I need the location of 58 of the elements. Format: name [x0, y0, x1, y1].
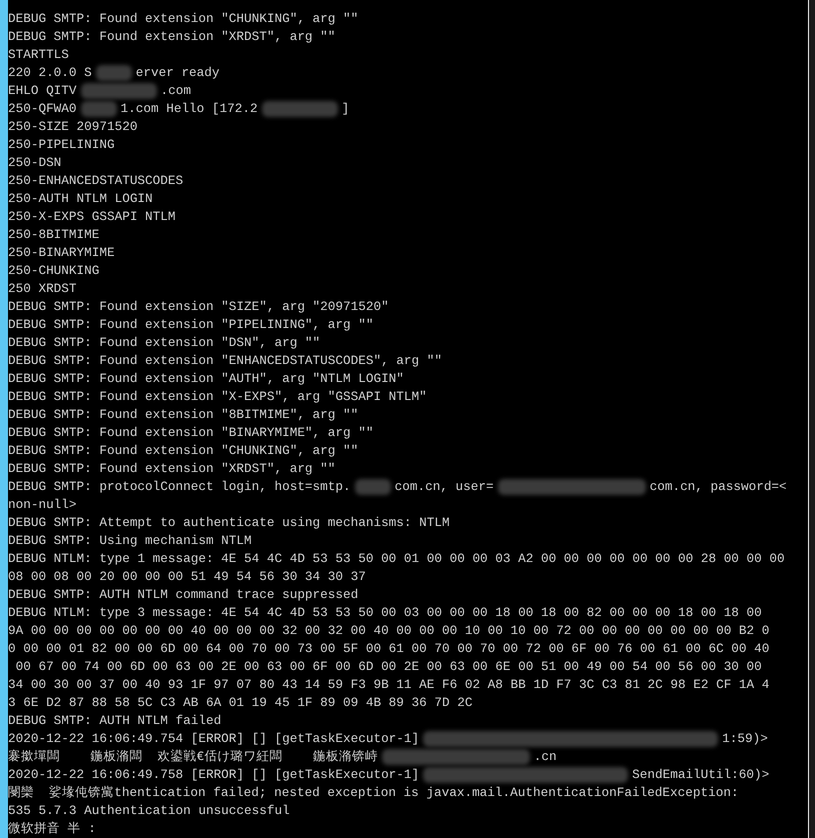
- console-line: DEBUG SMTP: Found extension "X-EXPS", arg "GSSAPI NTLM": [8, 388, 427, 406]
- console-line: 250-BINARYMIME: [8, 244, 115, 262]
- console-line: 3 6E D2 87 88 58 5C C3 AB 6A 01 19 45 1F 89 09 4B 89 36 7D 2C: [8, 694, 472, 712]
- console-line: DEBUG SMTP: AUTH NTLM failed: [8, 712, 222, 730]
- console-line: non-null>: [8, 496, 77, 514]
- console-line: DEBUG SMTP: Found extension "ENHANCEDSTATUSCODES", arg "": [8, 352, 442, 370]
- console-text: erver ready: [136, 64, 220, 82]
- console-text: 2020-12-22 16:06:49.758 [ERROR] [] [getTaskExecutor-1]: [8, 766, 420, 784]
- console-line: 250-X-EXPS GSSAPI NTLM: [8, 208, 176, 226]
- console-line: STARTTLS: [8, 46, 69, 64]
- console-line: 250-SIZE 20971520: [8, 118, 138, 136]
- console-line: DEBUG NTLM: type 1 message: 4E 54 4C 4D 53 53 50 00 01 00 00 00 03 A2 00 00 00 00 00 00 00 28 00 00 00: [8, 550, 785, 568]
- console-line: 535 5.7.3 Authentication unsuccessful: [8, 802, 290, 820]
- console-line: 9A 00 00 00 00 00 00 00 40 00 00 00 32 00 32 00 40 00 00 00 10 00 10 00 72 00 00 00 00 00 00 00 B2 0: [8, 622, 770, 640]
- redaction-blur: [96, 65, 132, 81]
- console-text: 1:59)>: [722, 730, 768, 748]
- console-line: 250-8BITMIME: [8, 226, 100, 244]
- console-text: EHLO QITV: [8, 82, 77, 100]
- console-line: 250-PIPELINING: [8, 136, 115, 154]
- console-line: DEBUG SMTP: Found extension "AUTH", arg "NTLM LOGIN": [8, 370, 404, 388]
- console-line: DEBUG SMTP: Found extension "DSN", arg "": [8, 334, 320, 352]
- console-line: DEBUG NTLM: type 3 message: 4E 54 4C 4D 53 53 50 00 03 00 00 00 18 00 18 00 82 00 00 00 18 00 18 00: [8, 604, 762, 622]
- console-text: DEBUG SMTP: protocolConnect login, host=smtp.: [8, 478, 351, 496]
- console-line: 0 00 00 01 82 00 00 6D 00 64 00 70 00 73 00 5F 00 61 00 70 00 70 00 72 00 6F 00 76 00 61 00 6C 00 40: [8, 640, 770, 658]
- console-line: DEBUG SMTP: Found extension "8BITMIME", arg "": [8, 406, 358, 424]
- console-line: 08 00 08 00 20 00 00 00 51 49 54 56 30 34 30 37: [8, 568, 366, 586]
- console-line: DEBUG SMTP: Found extension "XRDST", arg "": [8, 28, 336, 46]
- redaction-blur: [354, 479, 391, 495]
- console-line: 34 00 30 00 37 00 40 93 1F 97 07 80 43 14 59 F3 9B 11 AE F6 02 A8 BB 1D F7 3C C3 81 2C 98 E2 CF 1A 4: [8, 676, 770, 694]
- console-line: DEBUG SMTP: Found extension "CHUNKING", arg "": [8, 10, 358, 28]
- console-text: SendEmailUtil:60)>: [632, 766, 770, 784]
- console-text: ]: [342, 100, 350, 118]
- console-line: 00 67 00 74 00 6D 00 63 00 2E 00 63 00 6F 00 6D 00 2E 00 63 00 6E 00 51 00 49 00 54 00 56 00 30 00: [14, 658, 762, 676]
- console-text: com.cn, user=: [394, 478, 494, 496]
- console-line: 250-AUTH NTLM LOGIN: [8, 190, 153, 208]
- console-text: .cn: [534, 748, 557, 766]
- console-text: com.cn, password=<: [650, 478, 787, 496]
- console-text: 2020-12-22 16:06:49.754 [ERROR] [] [getTaskExecutor-1]: [8, 730, 420, 748]
- console-line: DEBUG SMTP: Found extension "CHUNKING", arg "": [8, 442, 358, 460]
- console-line: DEBUG SMTP: Attempt to authenticate using mechanisms: NTLM: [8, 514, 450, 532]
- console-line: DEBUG SMTP: Found extension "SIZE", arg "20971520": [8, 298, 389, 316]
- console-line: DEBUG SMTP: Found extension "PIPELINING", arg "": [8, 316, 374, 334]
- console-line: 250-DSN: [8, 154, 62, 172]
- console-line: 250-CHUNKING: [8, 262, 100, 280]
- console-line: 250-ENHANCEDSTATUSCODES: [8, 172, 184, 190]
- console-text: 220 2.0.0 S: [8, 64, 92, 82]
- console-line: DEBUG SMTP: Found extension "BINARYMIME", arg "": [8, 424, 374, 442]
- console-line: DEBUG SMTP: AUTH NTLM command trace suppressed: [8, 586, 358, 604]
- console-line: DEBUG SMTP: Using mechanism NTLM: [8, 532, 252, 550]
- console-line: 250 XRDST: [8, 280, 77, 298]
- console-text: 1.com Hello [172.2: [120, 100, 258, 118]
- console-line: 閿欒 娑堟伅锛歶thentication failed; nested exception is javax.mail.AuthenticationFailedException:: [8, 784, 739, 802]
- console-line: 微软拼音 半 :: [8, 820, 96, 838]
- redaction-blur: [80, 101, 117, 117]
- console-text: 250-QFWA0: [8, 100, 77, 118]
- console-text: .com: [160, 82, 191, 100]
- console-line: DEBUG SMTP: Found extension "XRDST", arg "": [8, 460, 336, 478]
- console-text: 褰撳墠闆 鍦板潃闆 欢鍙戦€佸け璐ワ紝闆 鍦板潃锛峙: [8, 748, 378, 766]
